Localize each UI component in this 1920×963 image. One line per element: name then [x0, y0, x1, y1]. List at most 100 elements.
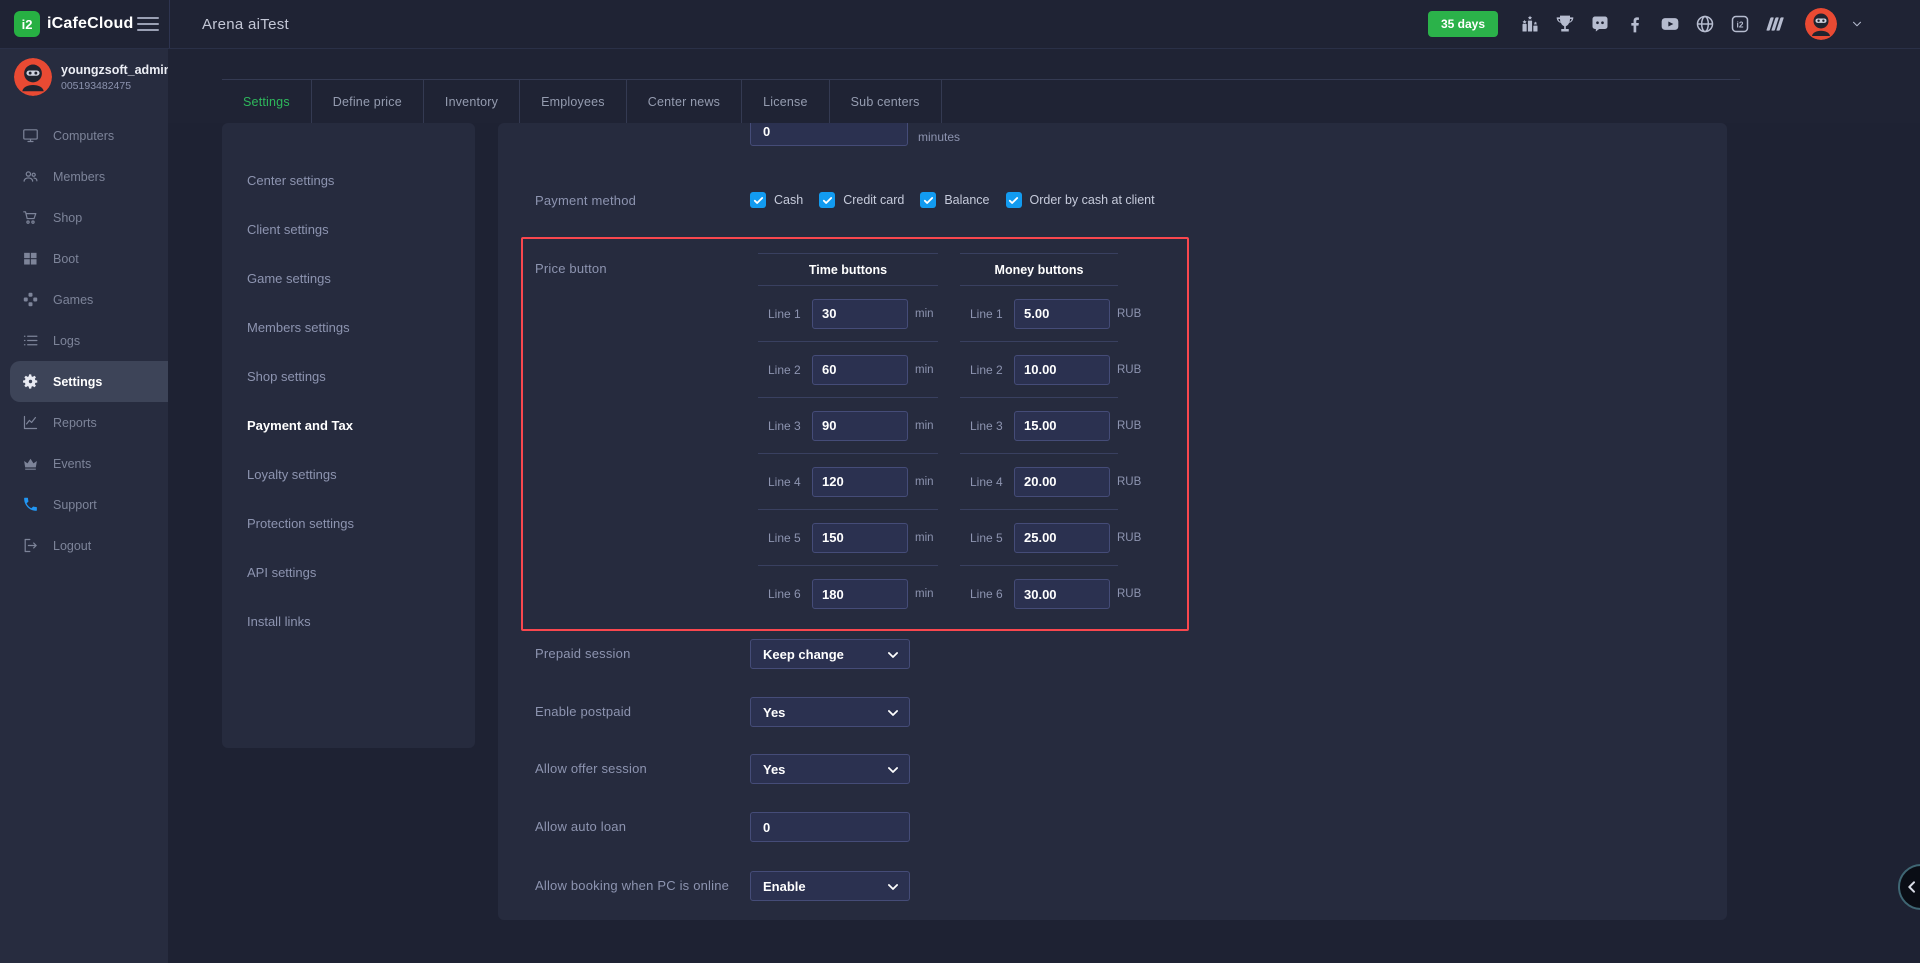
sidebar-item-games[interactable]: Games — [0, 279, 168, 320]
settings-nav-protection-settings[interactable]: Protection settings — [222, 499, 475, 548]
leaderboard-icon[interactable] — [1519, 13, 1541, 35]
settings-nav-game-settings[interactable]: Game settings — [222, 254, 475, 303]
money-line6-input[interactable] — [1014, 579, 1110, 609]
allow-booking-select[interactable]: Enable — [750, 871, 910, 901]
sidebar-item-label: Computers — [53, 129, 114, 143]
sidebar-item-label: Support — [53, 498, 97, 512]
enable-postpaid-select[interactable]: Yes — [750, 697, 910, 727]
sidebar-item-members[interactable]: Members — [0, 156, 168, 197]
sidebar-user[interactable]: youngzsoft_admin 005193482475 — [0, 49, 168, 105]
sidebar-nav: Computers Members Shop Boot Games Logs — [0, 115, 168, 566]
sidebar-item-logout[interactable]: Logout — [0, 525, 168, 566]
user-avatar[interactable] — [1805, 8, 1837, 40]
cash-checkbox[interactable] — [750, 192, 766, 208]
sidebar-item-events[interactable]: Events — [0, 443, 168, 484]
sidebar-item-shop[interactable]: Shop — [0, 197, 168, 238]
settings-nav-members-settings[interactable]: Members settings — [222, 303, 475, 352]
table-row: Line 4 RUB — [960, 454, 1118, 510]
license-days-badge[interactable]: 35 days — [1428, 11, 1498, 37]
settings-nav-shop-settings[interactable]: Shop settings — [222, 352, 475, 401]
money-line1-input[interactable] — [1014, 299, 1110, 329]
balance-checkbox[interactable] — [920, 192, 936, 208]
time-line2-input[interactable] — [812, 355, 908, 385]
allow-auto-loan-input[interactable] — [750, 812, 910, 842]
topbar: i2 iCafeCloud Arena aiTest 35 days — [0, 0, 1920, 49]
facebook-icon[interactable] — [1624, 13, 1646, 35]
allow-booking-label: Allow booking when PC is online — [535, 878, 729, 893]
allow-offer-session-select[interactable]: Yes — [750, 754, 910, 784]
windows-icon — [22, 250, 39, 267]
tab-settings[interactable]: Settings — [222, 80, 312, 123]
tab-license[interactable]: License — [742, 80, 830, 123]
svg-text:i2: i2 — [1737, 19, 1744, 29]
time-line5-input[interactable] — [812, 523, 908, 553]
money-line5-input[interactable] — [1014, 523, 1110, 553]
user-name: youngzsoft_admin — [61, 63, 168, 77]
sidebar-item-label: Games — [53, 293, 93, 307]
time-line6-input[interactable] — [812, 579, 908, 609]
settings-nav-center-settings[interactable]: Center settings — [222, 156, 475, 205]
partial-row-input[interactable] — [750, 123, 908, 146]
sidebar-item-settings[interactable]: Settings — [10, 361, 168, 402]
partial-row-unit: minutes — [918, 130, 960, 144]
row-label: Line 5 — [970, 531, 1014, 545]
select-value: Keep change — [763, 647, 844, 662]
time-line3-input[interactable] — [812, 411, 908, 441]
checkbox-label: Balance — [944, 193, 989, 207]
sidebar: youngzsoft_admin 005193482475 Computers … — [0, 49, 168, 963]
tab-define-price[interactable]: Define price — [312, 80, 424, 123]
trophy-icon[interactable] — [1554, 13, 1576, 35]
games-icon — [22, 291, 39, 308]
discord-icon[interactable] — [1589, 13, 1611, 35]
sidebar-item-reports[interactable]: Reports — [0, 402, 168, 443]
icafecloud-logo-icon[interactable]: i2 — [14, 11, 40, 37]
sidebar-item-support[interactable]: Support — [0, 484, 168, 525]
row-unit: RUB — [1117, 532, 1141, 544]
settings-nav-api-settings[interactable]: API settings — [222, 548, 475, 597]
table-row: Line 1 RUB — [960, 286, 1118, 342]
settings-nav-install-links[interactable]: Install links — [222, 597, 475, 646]
row-unit: RUB — [1117, 476, 1141, 488]
prepaid-session-select[interactable]: Keep change — [750, 639, 910, 669]
checkbox-label: Cash — [774, 193, 803, 207]
time-line4-input[interactable] — [812, 467, 908, 497]
tab-center-news[interactable]: Center news — [627, 80, 742, 123]
payment-and-tax-form: minutes Payment method Cash Credit card … — [498, 123, 1727, 920]
youtube-icon[interactable] — [1659, 13, 1681, 35]
cart-icon — [22, 209, 39, 226]
row-unit: RUB — [1117, 420, 1141, 432]
sidebar-item-boot[interactable]: Boot — [0, 238, 168, 279]
chevron-down-icon[interactable] — [1850, 17, 1864, 31]
time-line1-input[interactable] — [812, 299, 908, 329]
order-by-cash-checkbox[interactable] — [1006, 192, 1022, 208]
collapse-panel-button[interactable] — [1898, 864, 1920, 910]
monitor-icon — [22, 127, 39, 144]
prepaid-session-row: Prepaid session Keep change — [498, 639, 1727, 669]
layers-icon[interactable] — [1764, 13, 1786, 35]
row-label: Line 4 — [768, 475, 812, 489]
tab-inventory[interactable]: Inventory — [424, 80, 520, 123]
money-line3-input[interactable] — [1014, 411, 1110, 441]
sidebar-item-label: Settings — [53, 375, 102, 389]
tab-sub-centers[interactable]: Sub centers — [830, 80, 942, 123]
sidebar-item-label: Shop — [53, 211, 82, 225]
tab-list: Settings Define price Inventory Employee… — [222, 79, 1740, 123]
allow-auto-loan-row: Allow auto loan — [498, 812, 1727, 842]
hamburger-menu-icon[interactable] — [137, 13, 159, 35]
sidebar-user-meta: youngzsoft_admin 005193482475 — [61, 63, 168, 92]
table-row: Line 2 RUB — [960, 342, 1118, 398]
settings-nav-payment-and-tax[interactable]: Payment and Tax — [222, 401, 475, 450]
icafecloud-mini-icon[interactable]: i2 — [1729, 13, 1751, 35]
sidebar-item-computers[interactable]: Computers — [0, 115, 168, 156]
row-unit: RUB — [1117, 308, 1141, 320]
tab-employees[interactable]: Employees — [520, 80, 627, 123]
money-line4-input[interactable] — [1014, 467, 1110, 497]
settings-nav-client-settings[interactable]: Client settings — [222, 205, 475, 254]
settings-nav-loyalty-settings[interactable]: Loyalty settings — [222, 450, 475, 499]
table-row: Line 6 RUB — [960, 566, 1118, 622]
globe-icon[interactable] — [1694, 13, 1716, 35]
sidebar-item-logs[interactable]: Logs — [0, 320, 168, 361]
money-line2-input[interactable] — [1014, 355, 1110, 385]
credit-card-checkbox[interactable] — [819, 192, 835, 208]
chevron-down-icon — [886, 706, 900, 720]
